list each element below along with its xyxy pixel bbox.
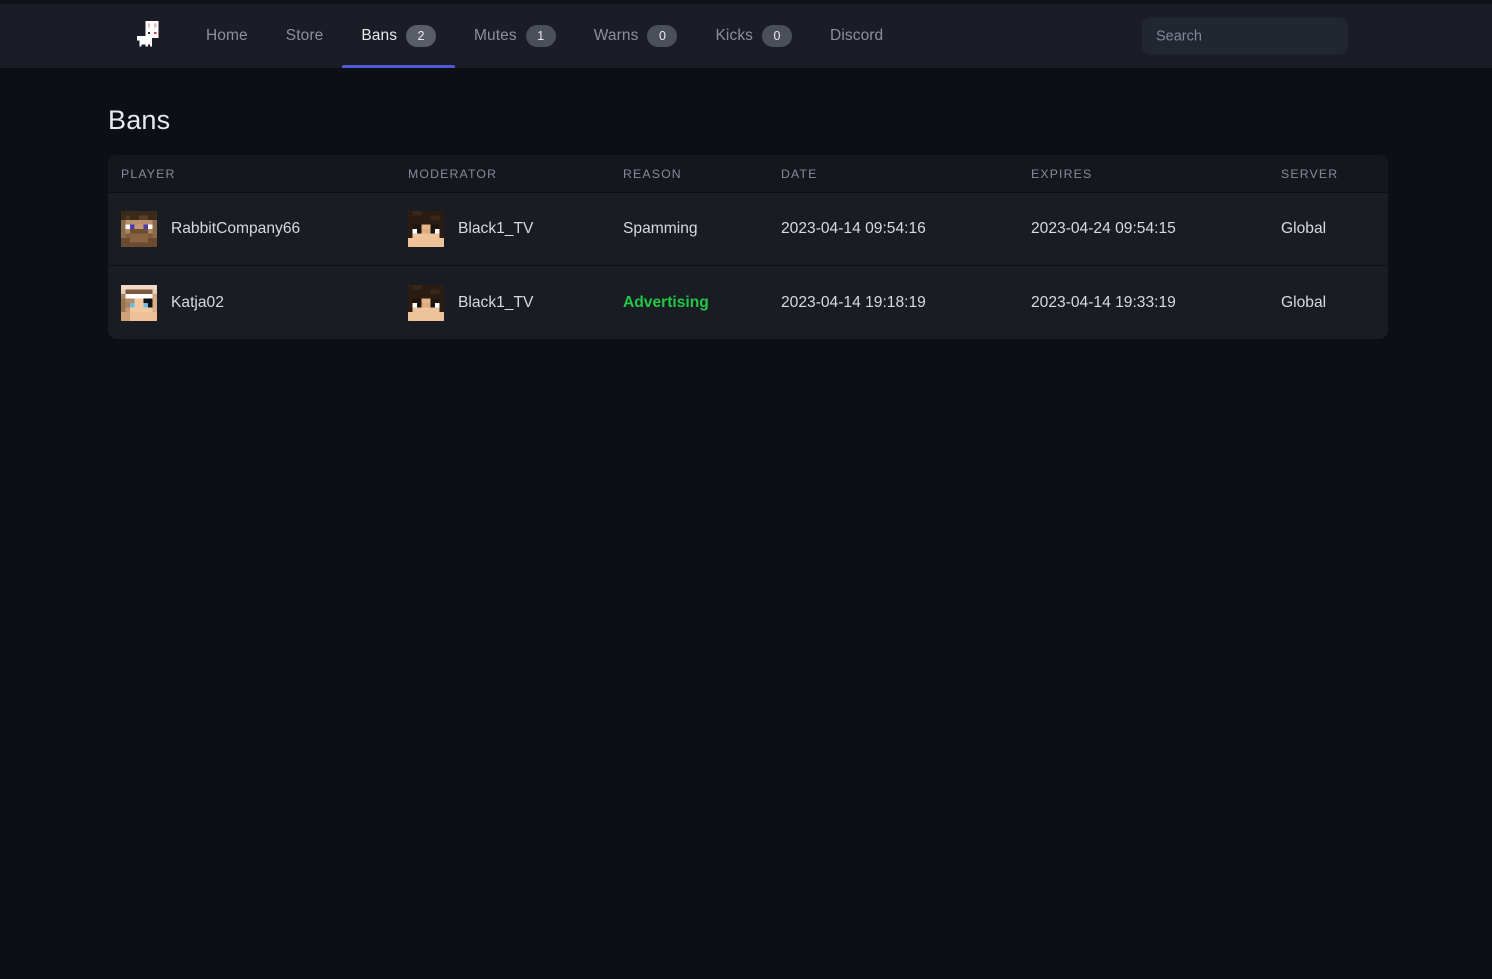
nav-items: Home Store Bans 2 Mutes 1 Warns 0 Kicks … bbox=[187, 4, 902, 68]
table-row[interactable]: RabbitCompany66 bbox=[108, 193, 1388, 266]
cell-moderator: Black1_TV bbox=[408, 211, 623, 247]
nav-item-label: Discord bbox=[830, 27, 883, 45]
steve-head-avatar bbox=[121, 211, 157, 247]
table-row[interactable]: Katja02 bbox=[108, 266, 1388, 339]
cell-expires: 2023-04-24 09:54:15 bbox=[1031, 220, 1281, 238]
top-navigation-bar: Home Store Bans 2 Mutes 1 Warns 0 Kicks … bbox=[0, 4, 1492, 68]
column-header-player: PLAYER bbox=[108, 167, 408, 181]
column-header-moderator: MODERATOR bbox=[408, 167, 623, 181]
rabbit-icon[interactable] bbox=[135, 19, 169, 53]
cell-player: RabbitCompany66 bbox=[108, 211, 408, 247]
column-header-expires: EXPIRES bbox=[1031, 167, 1281, 181]
cell-reason: Spamming bbox=[623, 220, 781, 238]
nav-item-label: Home bbox=[206, 27, 248, 45]
nav-item-store[interactable]: Store bbox=[267, 4, 343, 68]
player-name: Katja02 bbox=[171, 294, 224, 312]
column-header-date: DATE bbox=[781, 167, 1031, 181]
page-title: Bans bbox=[108, 105, 1384, 136]
nav-badge-mutes: 1 bbox=[526, 25, 556, 47]
cell-moderator: Black1_TV bbox=[408, 285, 623, 321]
nav-item-kicks[interactable]: Kicks 0 bbox=[696, 4, 811, 68]
search-input[interactable] bbox=[1142, 18, 1348, 55]
cell-reason: Advertising bbox=[623, 294, 781, 312]
nav-badge-kicks: 0 bbox=[762, 25, 792, 47]
nav-badge-bans: 2 bbox=[406, 25, 436, 47]
nav-item-label: Bans bbox=[361, 27, 397, 45]
column-header-reason: REASON bbox=[623, 167, 781, 181]
table-header-row: PLAYER MODERATOR REASON DATE EXPIRES SER… bbox=[108, 155, 1388, 193]
cell-player: Katja02 bbox=[108, 285, 408, 321]
black1tv-head-avatar bbox=[408, 211, 444, 247]
nav-item-bans[interactable]: Bans 2 bbox=[342, 4, 455, 68]
search-container bbox=[1142, 18, 1348, 55]
nav-item-discord[interactable]: Discord bbox=[811, 4, 902, 68]
nav-left-group: Home Store Bans 2 Mutes 1 Warns 0 Kicks … bbox=[135, 4, 902, 68]
cell-server: Global bbox=[1281, 294, 1388, 312]
bans-table: PLAYER MODERATOR REASON DATE EXPIRES SER… bbox=[108, 155, 1388, 339]
katja02-head-avatar bbox=[121, 285, 157, 321]
nav-item-label: Mutes bbox=[474, 27, 517, 45]
column-header-server: SERVER bbox=[1281, 167, 1388, 181]
cell-server: Global bbox=[1281, 220, 1388, 238]
nav-item-mutes[interactable]: Mutes 1 bbox=[455, 4, 575, 68]
black1tv-head-avatar bbox=[408, 285, 444, 321]
player-name: RabbitCompany66 bbox=[171, 220, 300, 238]
nav-item-label: Kicks bbox=[715, 27, 753, 45]
nav-item-label: Warns bbox=[594, 27, 639, 45]
nav-item-label: Store bbox=[286, 27, 324, 45]
nav-badge-warns: 0 bbox=[647, 25, 677, 47]
cell-date: 2023-04-14 19:18:19 bbox=[781, 294, 1031, 312]
moderator-name: Black1_TV bbox=[458, 294, 533, 312]
moderator-name: Black1_TV bbox=[458, 220, 533, 238]
nav-item-home[interactable]: Home bbox=[187, 4, 267, 68]
page-content: Bans PLAYER MODERATOR REASON DATE EXPIRE… bbox=[0, 105, 1492, 339]
cell-date: 2023-04-14 09:54:16 bbox=[781, 220, 1031, 238]
cell-expires: 2023-04-14 19:33:19 bbox=[1031, 294, 1281, 312]
nav-item-warns[interactable]: Warns 0 bbox=[575, 4, 697, 68]
